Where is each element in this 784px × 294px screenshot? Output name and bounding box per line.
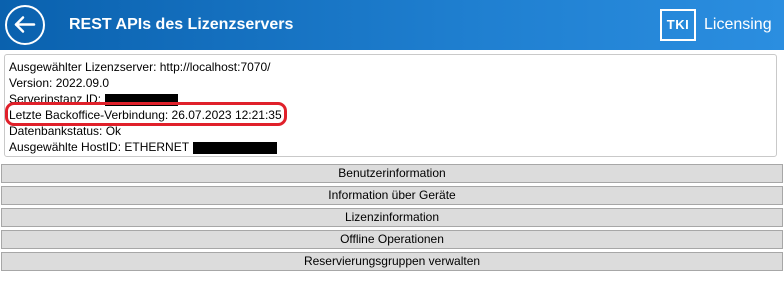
host-id-label: Ausgewählte HostID: ETHERNET: [9, 140, 190, 154]
back-button[interactable]: [5, 5, 45, 45]
page-title: REST APIs des Lizenzservers: [69, 16, 294, 33]
reservation-groups-button[interactable]: Reservierungsgruppen verwalten: [1, 252, 783, 271]
license-info-button[interactable]: Lizenzinformation: [1, 208, 783, 227]
host-id-line: Ausgewählte HostID: ETHERNET: [9, 139, 278, 155]
database-status-line: Datenbankstatus: Ok: [9, 124, 122, 138]
redacted-host-id: [193, 141, 278, 154]
device-info-button[interactable]: Information über Geräte: [1, 186, 783, 205]
tki-logo-mark: TKI: [660, 9, 696, 41]
user-info-button[interactable]: Benutzerinformation: [1, 164, 783, 183]
offline-operations-button[interactable]: Offline Operationen: [1, 230, 783, 249]
logo-text: Licensing: [704, 16, 772, 33]
selected-server-line: Ausgewählter Lizenzserver: http://localh…: [9, 60, 271, 74]
app-header: REST APIs des Lizenzservers TKI Licensin…: [0, 0, 784, 50]
back-arrow-icon: [14, 16, 36, 33]
server-info-panel: Ausgewählter Lizenzserver: http://localh…: [4, 54, 777, 157]
version-line: Version: 2022.09.0: [9, 76, 110, 90]
